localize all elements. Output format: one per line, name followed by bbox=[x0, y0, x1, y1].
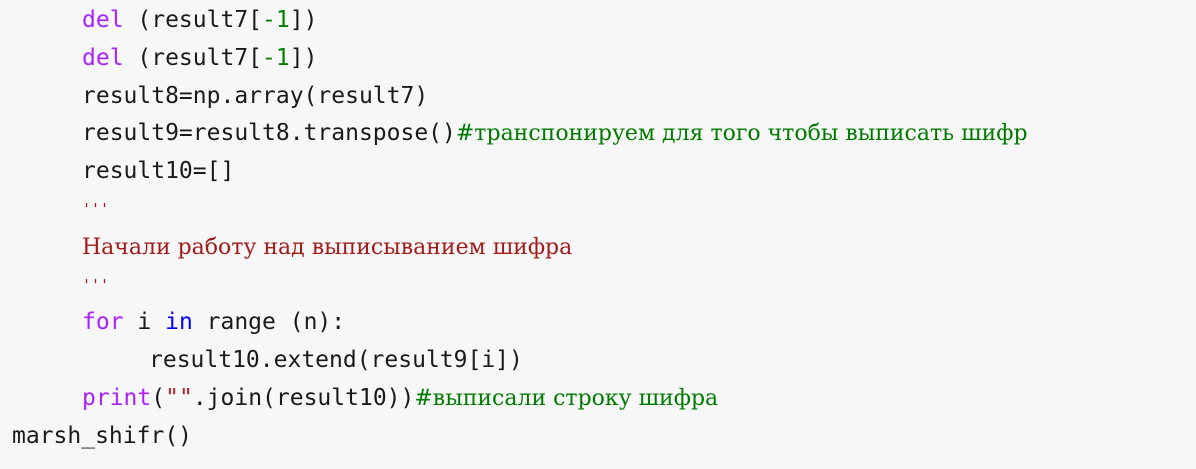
code-line-del-2: del (result7[-1]) bbox=[0, 40, 1196, 78]
code-text: (result7[ bbox=[123, 7, 263, 33]
string-literal: "" bbox=[165, 384, 193, 411]
builtin-print: print bbox=[82, 384, 152, 411]
code-cell[interactable]: { "code": { "l1": { "kw": "del", "a": " … bbox=[0, 0, 1196, 469]
code-line-call: marsh_shifr() bbox=[0, 418, 1196, 456]
code-text: .join(result10)) bbox=[192, 384, 415, 411]
docstring-text: Начали работу над выписыванием шифра bbox=[82, 234, 573, 260]
keyword-for: for bbox=[82, 309, 124, 336]
code-line-for: for i in range (n): bbox=[0, 304, 1196, 342]
code-line-result9: result9=result8.transpose()#транспонируе… bbox=[0, 115, 1196, 153]
code-line-result8: result8=np.array(result7) bbox=[0, 78, 1196, 116]
keyword-del: del bbox=[82, 44, 124, 71]
code-line-del-1: del (result7[-1]) bbox=[0, 2, 1196, 40]
code-text: ]) bbox=[289, 7, 318, 33]
docstring-line: Начали работу над выписыванием шифра bbox=[0, 229, 1196, 267]
code-text: (result7[ bbox=[123, 44, 263, 71]
code-text: result10=[] bbox=[82, 158, 235, 185]
code-comment: #транспонируем для того чтобы выписать ш… bbox=[455, 121, 1028, 147]
code-line-result10: result10=[] bbox=[0, 153, 1196, 191]
code-line-extend: result10.extend(result9[i]) bbox=[0, 342, 1196, 380]
code-comment: #выписали строку шифра bbox=[414, 385, 719, 411]
docstring-quotes: ''' bbox=[82, 275, 110, 294]
keyword-in: in bbox=[165, 309, 193, 336]
code-text: ( bbox=[151, 384, 166, 411]
code-block[interactable]: del (result7[-1]) del (result7[-1]) resu… bbox=[0, 2, 1196, 456]
number-literal: -1 bbox=[262, 44, 290, 71]
code-text: i bbox=[123, 309, 166, 336]
code-text: marsh_shifr() bbox=[12, 422, 193, 449]
code-text: result8=np.array(result7) bbox=[82, 82, 429, 109]
code-line-print: print("".join(result10))#выписали строку… bbox=[0, 380, 1196, 418]
number-literal: -1 bbox=[262, 7, 290, 33]
docstring-open: ''' bbox=[0, 191, 1196, 229]
code-text: result9=result8.transpose() bbox=[82, 120, 456, 147]
keyword-del: del bbox=[82, 7, 124, 33]
docstring-quotes: ''' bbox=[82, 199, 110, 218]
docstring-close: ''' bbox=[0, 267, 1196, 305]
code-text: result10.extend(result9[i]) bbox=[149, 347, 523, 374]
code-text: range (n): bbox=[192, 309, 346, 336]
code-text: ]) bbox=[289, 44, 318, 71]
